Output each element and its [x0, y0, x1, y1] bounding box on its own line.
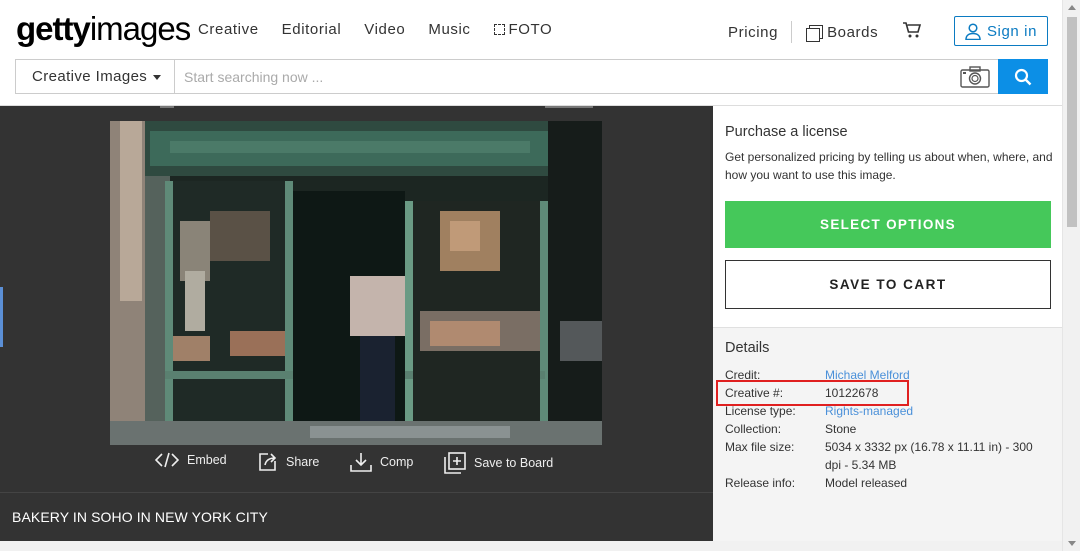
nav-foto-label: FOTO — [508, 21, 553, 38]
app-root: gettyimages Creative Editorial Video Mus… — [0, 0, 1080, 551]
nav-video[interactable]: Video — [364, 21, 405, 38]
boards-label: Boards — [827, 23, 879, 41]
release-info-value: Model released — [825, 476, 908, 490]
share-label: Share — [286, 455, 320, 469]
chevron-down-icon — [153, 75, 162, 80]
max-file-size-value: 5034 x 3332 px (16.78 x 11.11 in) - 300 — [825, 440, 1033, 454]
sign-in-label: Sign in — [986, 22, 1038, 40]
scrollbar-thumb[interactable] — [1067, 17, 1077, 227]
share-button[interactable]: Share — [258, 452, 319, 472]
save-to-cart-button[interactable]: SAVE TO CART — [725, 260, 1051, 309]
nav-divider — [791, 21, 793, 43]
main-image[interactable] — [110, 121, 602, 445]
scroll-up-arrow-icon[interactable] — [1068, 5, 1076, 10]
comp-label: Comp — [380, 455, 414, 469]
camera-icon — [960, 65, 990, 88]
detail-label: License type: — [725, 404, 796, 418]
purchase-title: Purchase a license — [725, 124, 848, 140]
scroll-down-arrow-icon[interactable] — [1068, 541, 1076, 546]
save-to-board-label: Save to Board — [474, 456, 554, 470]
nav-music[interactable]: Music — [428, 21, 470, 38]
download-icon — [350, 453, 372, 472]
select-options-button[interactable]: SELECT OPTIONS — [725, 201, 1051, 248]
user-icon — [965, 22, 981, 40]
boards-icon — [806, 24, 824, 42]
max-file-size-value-cont: dpi - 5.34 MB — [825, 458, 897, 472]
image-caption: BAKERY IN SOHO IN NEW YORK CITY — [12, 509, 268, 525]
image-actions-bar: Embed Share Comp Save to Board — [0, 452, 713, 476]
detail-label: Collection: — [725, 422, 782, 436]
horizontal-scrollbar[interactable] — [0, 541, 1062, 551]
vertical-scrollbar[interactable] — [1062, 0, 1080, 551]
detail-label: Release info: — [725, 476, 796, 490]
embed-label: Embed — [187, 453, 227, 467]
search-icon — [1014, 68, 1032, 85]
detail-label: Max file size: — [725, 440, 795, 454]
license-type-link[interactable]: Rights-managed — [825, 404, 913, 418]
viewer-edge-mark — [545, 106, 593, 108]
save-to-board-button[interactable]: Save to Board — [444, 452, 553, 474]
viewer-edge-mark — [160, 106, 174, 108]
comp-download-button[interactable]: Comp — [350, 452, 413, 472]
search-input[interactable] — [175, 60, 952, 93]
nav-editorial[interactable]: Editorial — [282, 21, 342, 38]
creative-number-highlight-box — [716, 380, 909, 406]
gettyimages-logo[interactable]: gettyimages — [16, 10, 191, 48]
add-to-board-icon — [444, 452, 466, 474]
purchase-description: Get personalized pricing by telling us a… — [725, 150, 1053, 182]
boards-link[interactable]: Boards — [806, 23, 879, 42]
search-bar: Creative Images — [15, 59, 1048, 94]
share-icon — [259, 453, 277, 471]
details-section — [713, 327, 1062, 551]
nav-creative[interactable]: Creative — [198, 21, 259, 38]
nav-foto[interactable]: FOTO — [493, 21, 553, 38]
top-header: gettyimages Creative Editorial Video Mus… — [0, 0, 1062, 106]
logo-rest: images — [89, 10, 191, 47]
details-title: Details — [725, 340, 770, 356]
embed-button[interactable]: Embed — [155, 452, 227, 468]
viewer-left-tab[interactable] — [0, 287, 3, 347]
logo-bold: getty — [16, 10, 91, 47]
cart-icon — [903, 22, 922, 38]
header-right-nav: Pricing Boards — [728, 21, 922, 43]
pricing-link[interactable]: Pricing — [728, 24, 778, 41]
foto-icon — [493, 24, 505, 35]
collection-value: Stone — [825, 422, 857, 436]
main-nav: Creative Editorial Video Music FOTO — [198, 21, 575, 38]
cart-button[interactable] — [902, 21, 922, 43]
sign-in-button[interactable]: Sign in — [954, 16, 1048, 46]
search-type-label: Creative Images — [32, 68, 148, 85]
embed-icon — [155, 452, 179, 468]
search-button[interactable] — [998, 59, 1048, 94]
search-type-dropdown[interactable]: Creative Images — [16, 60, 175, 93]
search-by-image-button[interactable] — [952, 60, 998, 93]
